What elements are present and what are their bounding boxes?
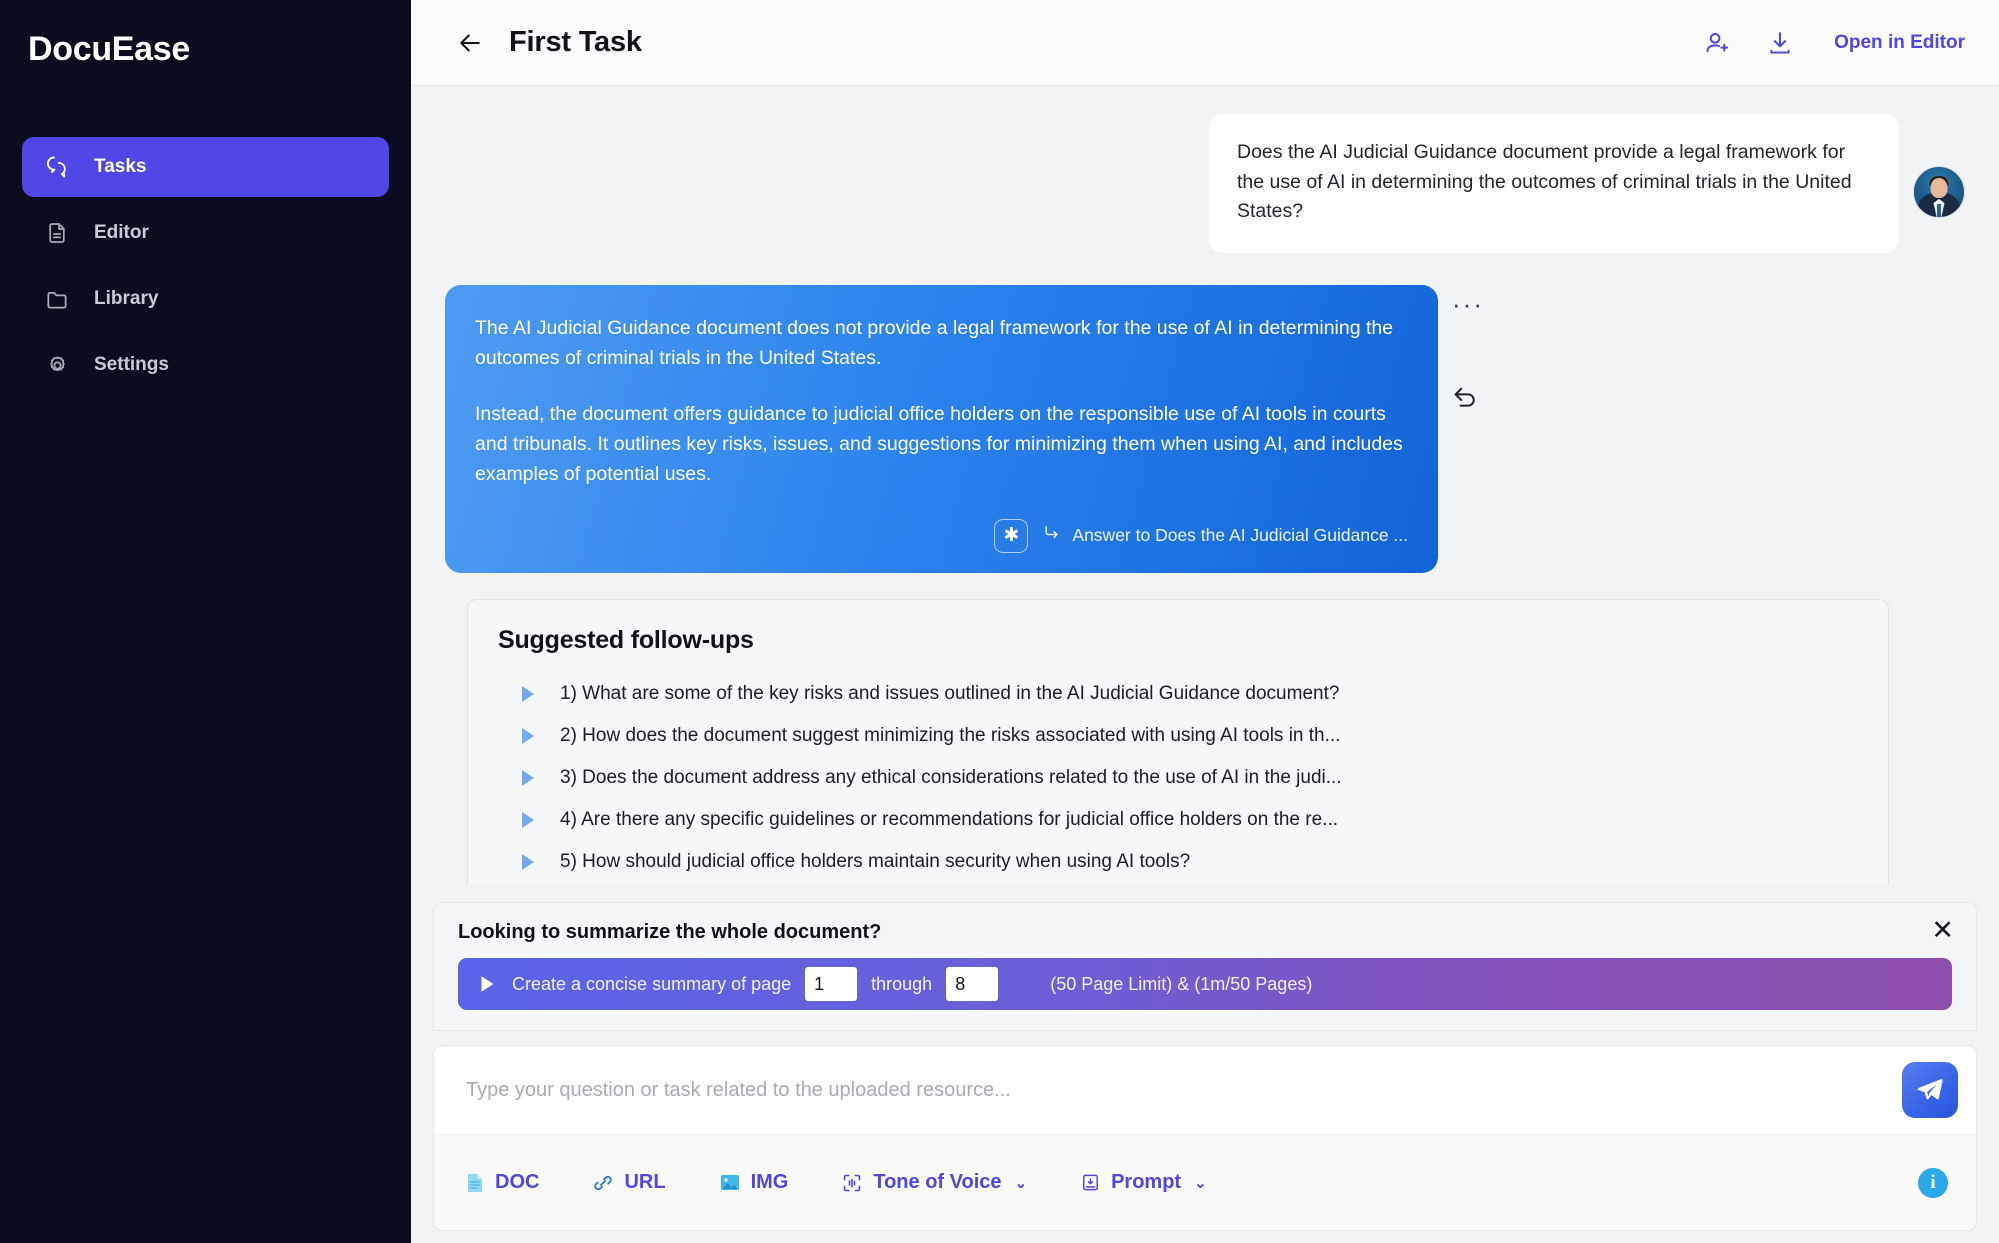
- chat-input[interactable]: [466, 1078, 1902, 1102]
- avatar: [1913, 166, 1965, 218]
- prompt-button[interactable]: Prompt ⌄: [1081, 1171, 1207, 1194]
- ai-message-footer: ✱ Answer to Does the AI Judicial Guidanc…: [475, 518, 1408, 553]
- followup-label: 1) What are some of the key risks and is…: [560, 682, 1340, 704]
- followup-item[interactable]: 2) How does the document suggest minimiz…: [498, 715, 1858, 757]
- send-paper-plane-icon[interactable]: [1902, 1062, 1958, 1118]
- app-logo: DocuEase: [28, 30, 191, 68]
- summary-action-prefix: Create a concise summary of page: [512, 973, 792, 994]
- doc-button[interactable]: DOC: [466, 1171, 539, 1194]
- open-in-editor-button[interactable]: Open in Editor: [1834, 32, 1965, 54]
- app-root: DocuEase Tasks Editor Library Settings F…: [0, 0, 1999, 1243]
- tool-label: URL: [624, 1171, 666, 1193]
- ai-message-bubble: The AI Judicial Guidance document does n…: [445, 284, 1438, 573]
- reply-arrow-icon: [1042, 522, 1062, 550]
- user-plus-icon[interactable]: [1698, 23, 1738, 63]
- image-icon: [720, 1173, 740, 1192]
- play-arrow-icon: [516, 724, 542, 748]
- sidebar-item-label: Settings: [94, 354, 169, 375]
- chevron-down-icon: ⌄: [1194, 1174, 1207, 1192]
- ai-paragraph-2: Instead, the document offers guidance to…: [475, 402, 1403, 485]
- main-panel: First Task Open in Editor Does the AI Ju…: [411, 0, 1999, 1243]
- chat-bubbles-icon: [44, 154, 70, 180]
- summary-limit-note: (50 Page Limit) & (1m/50 Pages): [1050, 973, 1313, 994]
- page-title: First Task: [509, 26, 642, 58]
- followup-label: 5) How should judicial office holders ma…: [560, 850, 1191, 872]
- answer-reference[interactable]: Answer to Does the AI Judicial Guidance …: [1042, 522, 1408, 550]
- tone-of-voice-button[interactable]: Tone of Voice ⌄: [842, 1171, 1027, 1194]
- document-icon: [44, 220, 70, 246]
- page-to-input[interactable]: [946, 967, 999, 1001]
- url-button[interactable]: URL: [593, 1171, 666, 1194]
- followup-label: 4) Are there any specific guidelines or …: [560, 808, 1339, 830]
- top-bar: First Task Open in Editor: [411, 0, 1999, 86]
- suggested-followups-panel: Suggested follow-ups 1) What are some of…: [467, 598, 1889, 884]
- sidebar-item-library[interactable]: Library: [22, 269, 389, 329]
- play-arrow-icon: [476, 973, 498, 995]
- document-file-icon: [466, 1173, 484, 1193]
- tool-label: Tone of Voice: [873, 1171, 1002, 1193]
- followups-title: Suggested follow-ups: [498, 625, 754, 654]
- ai-paragraph-1: The AI Judicial Guidance document does n…: [475, 316, 1394, 369]
- summary-panel: Looking to summarize the whole document?…: [433, 902, 1977, 1031]
- folder-icon: [44, 286, 70, 312]
- composer-toolbar: DOC URL IMG Tone of Voice ⌄ Prompt ⌄ i: [434, 1134, 1976, 1230]
- tool-label: DOC: [495, 1171, 540, 1193]
- sidebar: DocuEase Tasks Editor Library Settings: [0, 0, 411, 1243]
- summary-title: Looking to summarize the whole document?: [458, 921, 882, 943]
- followup-item[interactable]: 5) How should judicial office holders ma…: [498, 841, 1858, 883]
- tool-label: IMG: [750, 1171, 789, 1193]
- through-label: through: [871, 973, 933, 994]
- undo-arrow-icon[interactable]: [1450, 380, 1480, 415]
- star-badge[interactable]: ✱: [994, 518, 1029, 553]
- info-icon[interactable]: i: [1918, 1167, 1948, 1198]
- link-icon: [593, 1173, 613, 1193]
- composer: DOC URL: [433, 1045, 1977, 1231]
- play-arrow-icon: [516, 808, 542, 832]
- followup-item[interactable]: 3) Does the document address any ethical…: [498, 757, 1858, 799]
- chevron-down-icon: ⌄: [1014, 1174, 1028, 1192]
- img-button[interactable]: IMG: [720, 1171, 789, 1194]
- tool-label: Prompt: [1111, 1171, 1182, 1193]
- arrow-left-icon[interactable]: [453, 26, 487, 60]
- sidebar-item-editor[interactable]: Editor: [22, 203, 389, 263]
- user-message-row: Does the AI Judicial Guidance document p…: [445, 114, 1965, 253]
- sidebar-item-label: Tasks: [94, 156, 147, 177]
- sidebar-item-label: Editor: [94, 222, 149, 243]
- play-arrow-icon: [516, 766, 542, 790]
- summary-action-bar[interactable]: Create a concise summary of page through…: [458, 958, 1952, 1010]
- followup-label: 3) Does the document address any ethical…: [560, 766, 1342, 788]
- gear-icon: [44, 352, 70, 378]
- play-arrow-icon: [516, 682, 542, 706]
- more-options-button[interactable]: ···: [1452, 291, 1484, 317]
- answer-reference-label: Answer to Does the AI Judicial Guidance …: [1072, 525, 1408, 546]
- ai-message-row: The AI Judicial Guidance document does n…: [445, 284, 1965, 573]
- sidebar-nav: Tasks Editor Library Settings: [0, 137, 411, 395]
- composer-input-row: [434, 1046, 1976, 1134]
- followup-item[interactable]: 1) What are some of the key risks and is…: [498, 673, 1858, 715]
- play-arrow-icon: [516, 850, 542, 874]
- followup-label: 2) How does the document suggest minimiz…: [560, 724, 1341, 746]
- chat-area: Does the AI Judicial Guidance document p…: [411, 86, 1999, 884]
- prompt-box-icon: [1081, 1173, 1100, 1192]
- sidebar-item-settings[interactable]: Settings: [22, 335, 389, 395]
- followup-item[interactable]: 4) Are there any specific guidelines or …: [498, 799, 1858, 841]
- user-message-bubble: Does the AI Judicial Guidance document p…: [1209, 114, 1899, 253]
- tone-scan-icon: [842, 1173, 862, 1193]
- page-from-input[interactable]: [805, 967, 858, 1001]
- ai-message-actions: ···: [1438, 285, 1508, 573]
- download-icon[interactable]: [1760, 23, 1800, 63]
- sidebar-item-label: Library: [94, 288, 159, 309]
- sidebar-item-tasks[interactable]: Tasks: [22, 137, 389, 197]
- close-icon[interactable]: ✕: [1931, 917, 1954, 944]
